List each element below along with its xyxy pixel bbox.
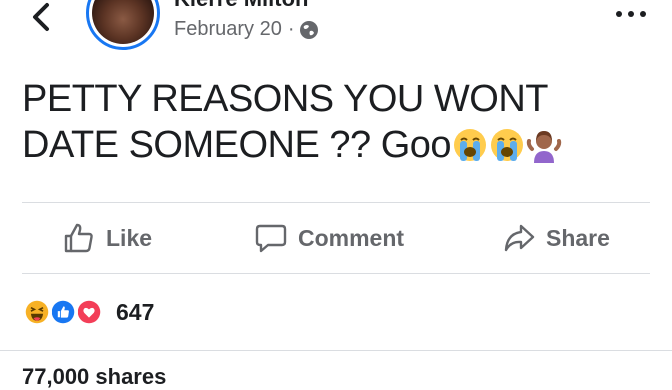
reactions-summary[interactable]: 647	[22, 296, 154, 328]
post-text-line-1: PETTY REASONS YOU WONT	[22, 78, 549, 120]
post-text-line-2-wrapper: DATE SOMEONE ?? Goo	[22, 122, 652, 168]
divider	[22, 273, 650, 274]
comment-bubble-icon	[255, 224, 287, 253]
loudly-crying-face-emoji-icon	[491, 129, 524, 161]
woman-shrugging-emoji-icon	[526, 131, 562, 163]
reaction-icons	[22, 297, 108, 327]
like-reaction-icon	[48, 297, 78, 327]
author-name[interactable]: Kierre Milton	[174, 0, 308, 12]
divider	[0, 350, 672, 351]
share-button[interactable]: Share	[502, 203, 610, 273]
post-body: PETTY REASONS YOU WONT DATE SOMEONE ?? G…	[22, 76, 652, 168]
comment-button[interactable]: Comment	[254, 203, 404, 273]
thumbs-up-icon	[64, 223, 93, 253]
post-meta: February 20 ·	[174, 18, 319, 41]
comment-label: Comment	[298, 224, 405, 251]
loudly-crying-face-emoji-icon	[454, 129, 487, 161]
post-date[interactable]: February 20	[174, 18, 282, 41]
reaction-count: 647	[116, 298, 155, 325]
author-avatar[interactable]	[86, 0, 160, 50]
post-header: Kierre Milton February 20 ·	[0, 0, 672, 60]
haha-reaction-icon	[22, 297, 52, 327]
like-label: Like	[106, 224, 153, 251]
post-actions-bar: Like Comment Share	[0, 203, 672, 273]
meta-separator: ·	[287, 18, 295, 40]
back-chevron-icon[interactable]	[28, 2, 54, 32]
post-text-line-2: DATE SOMEONE ?? Goo	[22, 124, 452, 166]
like-button[interactable]: Like	[62, 203, 152, 273]
more-options-icon[interactable]	[616, 8, 646, 20]
globe-icon	[299, 20, 318, 39]
share-label: Share	[546, 224, 610, 251]
share-arrow-icon	[504, 224, 535, 252]
love-reaction-icon	[74, 297, 104, 327]
avatar-photo	[92, 0, 154, 44]
share-count[interactable]: 77,000 shares	[22, 364, 166, 390]
